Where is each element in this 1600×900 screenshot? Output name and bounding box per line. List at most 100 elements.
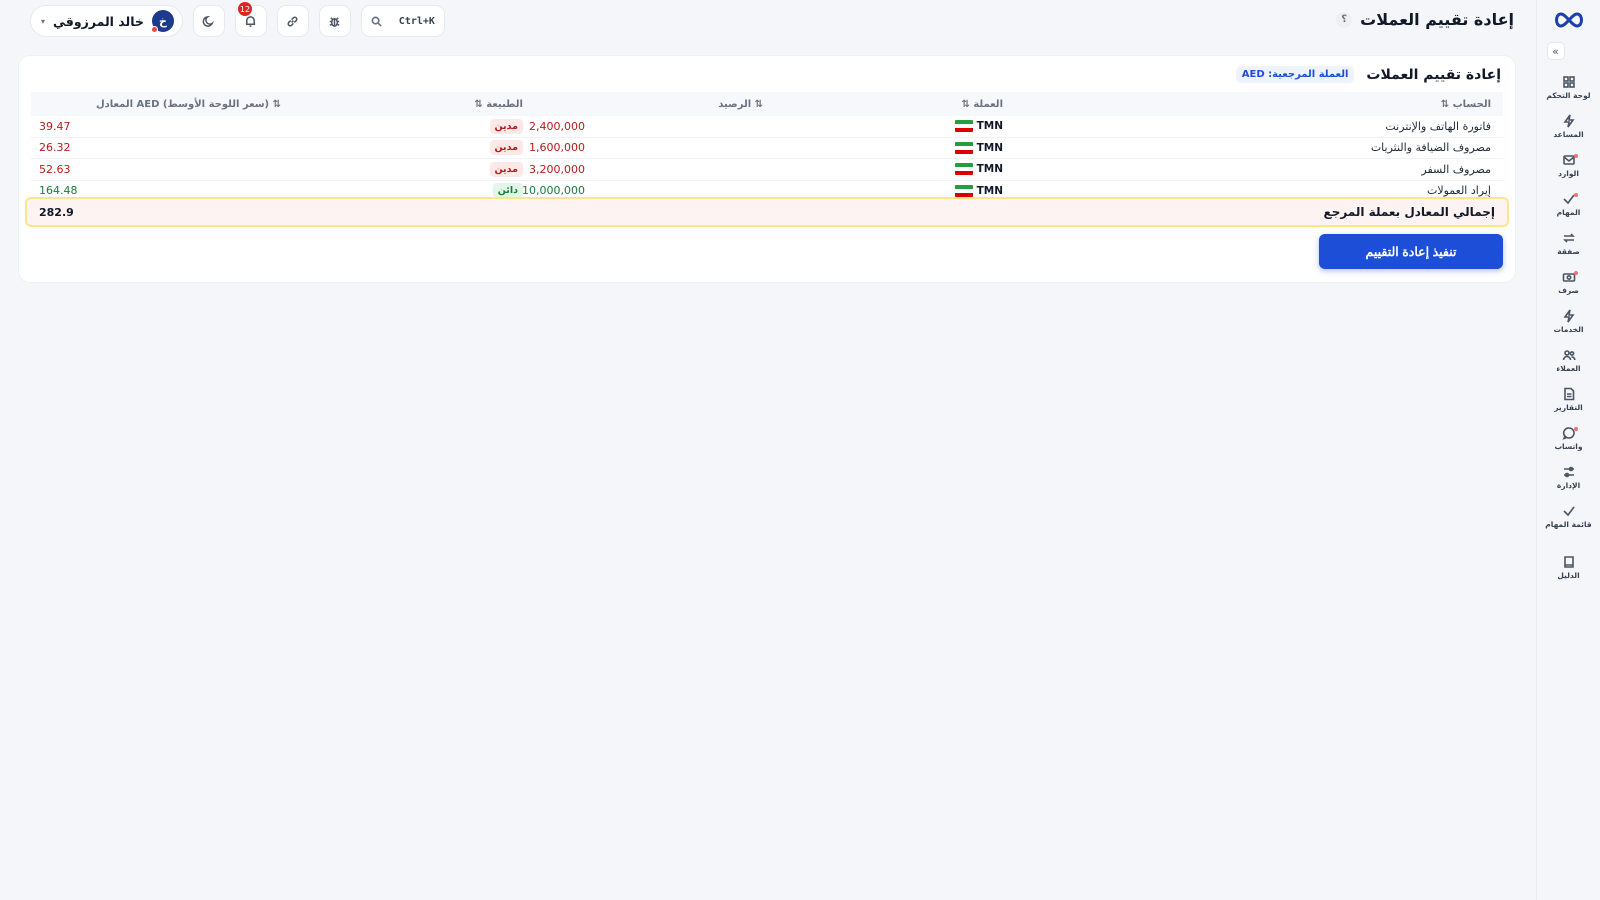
sidebar-item-book[interactable]: الدليل — [1537, 548, 1600, 587]
sliders-icon — [1563, 466, 1574, 478]
balance-cell: 2,400,000 — [529, 119, 585, 133]
currency-cell: TMN — [954, 159, 1003, 180]
table-header: الحساب ⇅ العملة ⇅ ⇅ الرصيد الطبيعة ⇅ ⇅ (… — [31, 92, 1503, 116]
reference-currency-badge: العملة المرجعية: AED — [1235, 66, 1355, 83]
unread-dot-icon — [1574, 154, 1578, 158]
total-row: إجمالي المعادل بعملة المرجع 282.9 — [25, 197, 1509, 227]
moon-icon — [203, 15, 215, 27]
exchange-icon — [1562, 233, 1575, 243]
topbar: إعادة تقييم العملات ؟ ▾ خالد المرزوقي خ … — [0, 0, 1536, 44]
sidebar-item-bolt[interactable]: المساعد — [1537, 107, 1600, 146]
sidebar-item-label: صرف — [1558, 286, 1579, 295]
sidebar-item-report[interactable]: التقارير — [1537, 380, 1600, 419]
sidebar-item-label: الخدمات — [1553, 325, 1584, 334]
sidebar: » لوحة التحكم المساعد الوارد المهام صفقة صرف ا… — [1536, 0, 1600, 900]
execute-revaluation-button[interactable]: تنفيذ إعادة التقييم — [1319, 234, 1503, 269]
sidebar-item-label: التقارير — [1554, 403, 1583, 412]
notification-count-badge: 12 — [237, 2, 253, 16]
column-header-currency[interactable]: العملة ⇅ — [961, 92, 1003, 116]
sidebar-item-label: صفقة — [1557, 247, 1580, 256]
sidebar-item-dashboard[interactable]: لوحة التحكم — [1537, 68, 1600, 107]
topbar-actions: ▾ خالد المرزوقي خ 12 Ctrl+K — [30, 2, 445, 37]
page-title: إعادة تقييم العملات ؟ — [1336, 10, 1514, 29]
book-icon — [1563, 556, 1574, 568]
status-dot-icon — [150, 26, 158, 33]
sidebar-item-sliders[interactable]: الإدارة — [1537, 458, 1600, 497]
users-icon — [1562, 350, 1576, 361]
search-button[interactable]: Ctrl+K — [360, 5, 445, 37]
bolt-icon — [1562, 309, 1575, 323]
currency-code: TMN — [976, 141, 1003, 154]
check-icon — [1562, 506, 1575, 517]
chevron-down-icon: ▾ — [41, 16, 46, 26]
sidebar-item-exchange[interactable]: صفقة — [1537, 224, 1600, 263]
balance-cell: 3,200,000 — [529, 162, 585, 176]
table-row[interactable]: فاتورة الهاتف والإنترنت TMN 2,400,000 مدين 3… — [31, 116, 1503, 138]
iran-flag-icon — [954, 141, 973, 154]
sidebar-item-users[interactable]: العملاء — [1537, 341, 1600, 380]
sidebar-item-inbox[interactable]: الوارد — [1537, 146, 1600, 185]
unread-dot-icon — [1574, 427, 1578, 431]
nature-cell: مدين — [489, 116, 523, 137]
theme-toggle-button[interactable] — [192, 5, 225, 37]
bug-report-button[interactable] — [318, 5, 351, 37]
account-cell: فاتورة الهاتف والإنترنت — [1385, 119, 1491, 133]
nature-badge: دائن — [492, 183, 523, 199]
nature-cell: مدين — [489, 159, 523, 180]
iran-flag-icon — [954, 184, 973, 197]
table-row[interactable]: مصروف الضيافة والنثريات TMN 1,600,000 مدين 2… — [31, 138, 1503, 159]
bolt-icon — [1562, 114, 1575, 128]
sidebar-item-check[interactable]: المهام — [1537, 185, 1600, 224]
collapse-sidebar-button[interactable]: » — [1546, 42, 1565, 60]
sidebar-item-bolt[interactable]: الخدمات — [1537, 302, 1600, 341]
equivalent-cell: 52.63 — [39, 162, 71, 176]
column-header-account[interactable]: الحساب ⇅ — [1441, 92, 1491, 116]
notifications-button[interactable]: 12 — [234, 2, 267, 37]
page-title-text: إعادة تقييم العملات — [1360, 10, 1514, 29]
sidebar-item-label: الإدارة — [1556, 481, 1581, 490]
table-body: فاتورة الهاتف والإنترنت TMN 2,400,000 مدين 3… — [31, 116, 1503, 202]
balance-cell: 1,600,000 — [529, 141, 585, 155]
column-header-nature[interactable]: الطبيعة ⇅ — [474, 92, 523, 116]
account-cell: مصروف الضيافة والنثريات — [1370, 141, 1491, 155]
sidebar-item-label: قائمة المهام — [1545, 520, 1592, 529]
revaluation-table: الحساب ⇅ العملة ⇅ ⇅ الرصيد الطبيعة ⇅ ⇅ (… — [31, 92, 1503, 202]
revaluation-card: إعادة تقييم العملات العملة المرجعية: AED… — [18, 55, 1516, 283]
sidebar-item-label: الدليل — [1557, 571, 1580, 580]
card-title: إعادة تقييم العملات — [1366, 66, 1501, 83]
sidebar-item-label: الوارد — [1558, 169, 1579, 178]
currency-cell: TMN — [954, 138, 1003, 159]
nature-badge: مدين — [489, 140, 523, 156]
user-menu[interactable]: ▾ خالد المرزوقي خ — [30, 5, 183, 37]
equivalent-cell: 26.32 — [39, 141, 71, 155]
search-icon — [371, 16, 382, 27]
currency-code: TMN — [976, 163, 1003, 176]
sidebar-item-cash[interactable]: صرف — [1537, 263, 1600, 302]
help-icon[interactable]: ؟ — [1336, 11, 1353, 28]
bell-icon — [246, 15, 256, 27]
brand-logo-icon[interactable] — [1552, 10, 1586, 30]
nature-cell: مدين — [489, 138, 523, 159]
sidebar-nav: لوحة التحكم المساعد الوارد المهام صفقة صرف الخ… — [1537, 68, 1600, 587]
user-name: خالد المرزوقي — [53, 13, 144, 29]
sidebar-item-chat[interactable]: واتساب — [1537, 419, 1600, 458]
sidebar-item-label: واتساب — [1554, 442, 1583, 451]
sidebar-item-check[interactable]: قائمة المهام — [1537, 497, 1600, 536]
avatar: خ — [150, 10, 174, 33]
link-button[interactable] — [276, 5, 309, 37]
unread-dot-icon — [1574, 193, 1578, 197]
card-header: إعادة تقييم العملات العملة المرجعية: AED — [1235, 66, 1501, 83]
table-row[interactable]: مصروف السفر TMN 3,200,000 مدين 52.63 — [31, 159, 1503, 181]
avatar-initial: خ — [158, 14, 167, 28]
sidebar-item-label: العملاء — [1556, 364, 1581, 373]
column-header-balance[interactable]: ⇅ الرصيد — [718, 92, 763, 116]
currency-code: TMN — [976, 184, 1003, 197]
column-header-equivalent[interactable]: ⇅ (سعر اللوحة الأوسط) AED المعادل — [96, 92, 281, 116]
sidebar-item-label: المهام — [1556, 208, 1581, 217]
dashboard-icon — [1562, 76, 1575, 88]
equivalent-cell: 39.47 — [39, 119, 71, 133]
account-cell: مصروف السفر — [1421, 162, 1491, 176]
sidebar-item-label: المساعد — [1553, 130, 1584, 139]
search-shortcut: Ctrl+K — [398, 15, 435, 27]
sidebar-item-label: لوحة التحكم — [1546, 91, 1591, 100]
